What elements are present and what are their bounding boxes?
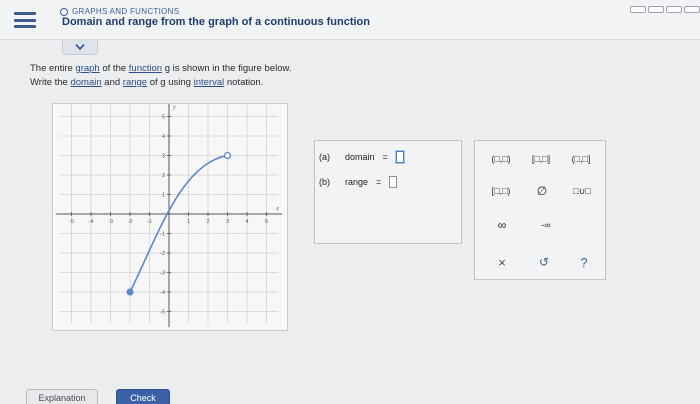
- range-label: range: [345, 177, 369, 187]
- hamburger-menu-icon[interactable]: [14, 12, 36, 28]
- progress-segment: [684, 6, 700, 13]
- progress-segment: [630, 6, 646, 13]
- y-tick-label: 3: [162, 154, 165, 160]
- range-input[interactable]: [389, 176, 398, 188]
- question-prompt: The entire graph of the function g is sh…: [30, 62, 291, 90]
- y-tick-label: 5: [162, 115, 165, 121]
- y-tick-label: -1: [160, 232, 165, 238]
- union-key[interactable]: □∪□: [565, 183, 599, 199]
- chevron-down-icon: [75, 43, 85, 51]
- breadcrumb-text: GRAPHS AND FUNCTIONS: [72, 7, 180, 16]
- x-tick-label: -1: [147, 219, 152, 225]
- empty-set-key[interactable]: ∅: [527, 183, 557, 199]
- negative-infinity-key[interactable]: -∞: [531, 217, 561, 233]
- x-tick-label: -2: [128, 219, 133, 225]
- prompt-text: of g using: [147, 77, 194, 88]
- y-tick-label: 1: [162, 193, 165, 199]
- y-tick-label: -5: [160, 310, 165, 316]
- y-tick-label: -3: [160, 271, 165, 277]
- prompt-text: The entire: [30, 63, 76, 74]
- collapse-toggle[interactable]: [62, 40, 98, 55]
- infinity-key[interactable]: ∞: [489, 217, 515, 233]
- glossary-link-range[interactable]: range: [123, 77, 147, 88]
- x-tick-label: 3: [226, 219, 229, 225]
- graph-canvas: y x -5 -4 -3 -2 -1 1 2 3 4 5 5 4 3 2 1 -1 -2 -3 -4 -5: [55, 100, 283, 328]
- prompt-text: notation.: [224, 77, 264, 88]
- x-tick-label: 5: [265, 219, 268, 225]
- domain-prefix: (a): [319, 152, 330, 162]
- domain-row: (a) domain =: [319, 150, 405, 164]
- prompt-text: g is shown in the figure below.: [162, 63, 292, 74]
- open-closed-interval-key[interactable]: (□,□]: [563, 151, 599, 167]
- x-tick-label: -4: [89, 219, 94, 225]
- y-tick-label: 4: [162, 134, 165, 140]
- answer-panel: (a) domain = (b) range =: [314, 140, 462, 244]
- y-tick-label: -2: [160, 251, 165, 257]
- domain-label: domain: [345, 152, 375, 162]
- open-open-interval-key[interactable]: (□,□): [483, 151, 519, 167]
- check-button[interactable]: Check: [116, 389, 170, 404]
- glossary-link-interval[interactable]: interval: [194, 77, 225, 88]
- progress-segment: [648, 6, 664, 13]
- progress-segment: [666, 6, 682, 13]
- glossary-link-function[interactable]: function: [129, 63, 162, 74]
- glossary-link-domain[interactable]: domain: [70, 77, 101, 88]
- x-tick-label: 1: [187, 219, 190, 225]
- range-row: (b) range =: [319, 176, 398, 188]
- progress-indicator: [630, 6, 700, 13]
- closed-closed-interval-key[interactable]: [□,□]: [523, 151, 559, 167]
- y-tick-label: -4: [160, 290, 165, 296]
- closed-endpoint: [126, 288, 134, 296]
- closed-open-interval-key[interactable]: [□,□): [483, 183, 519, 199]
- undo-icon[interactable]: ↺: [533, 253, 555, 271]
- domain-input[interactable]: [394, 150, 405, 164]
- prompt-text: Write the: [30, 77, 71, 88]
- function-graph: y x -5 -4 -3 -2 -1 1 2 3 4 5 5 4 3 2 1 -1 -2 -3 -4 -5: [52, 100, 288, 331]
- top-bar: GRAPHS AND FUNCTIONS Domain and range fr…: [0, 0, 700, 40]
- prompt-text: and: [101, 77, 123, 88]
- glossary-link-graph[interactable]: graph: [75, 63, 99, 74]
- x-tick-label: 4: [245, 219, 248, 225]
- open-endpoint: [223, 151, 232, 160]
- range-prefix: (b): [319, 177, 330, 187]
- x-axis-label: x: [275, 206, 279, 212]
- function-curve: [129, 154, 228, 293]
- explanation-button[interactable]: Explanation: [26, 389, 98, 404]
- topic-circle-icon: [60, 7, 68, 16]
- x-tick-label: -5: [69, 219, 74, 225]
- x-tick-label: 2: [206, 219, 209, 225]
- breadcrumb: GRAPHS AND FUNCTIONS: [60, 7, 179, 16]
- equals-sign: =: [382, 152, 388, 162]
- y-tick-label: 2: [162, 173, 165, 179]
- y-axis-label: y: [172, 105, 176, 111]
- x-tick-label: -3: [108, 219, 113, 225]
- notation-keypad: (□,□) [□,□] (□,□] [□,□) ∅ □∪□ ∞ -∞ × ↺ ?: [474, 140, 606, 280]
- help-icon[interactable]: ?: [573, 253, 595, 271]
- page-title: Domain and range from the graph of a con…: [62, 16, 370, 28]
- equals-sign: =: [376, 177, 382, 187]
- prompt-text: of the: [99, 63, 129, 74]
- clear-icon[interactable]: ×: [491, 253, 513, 271]
